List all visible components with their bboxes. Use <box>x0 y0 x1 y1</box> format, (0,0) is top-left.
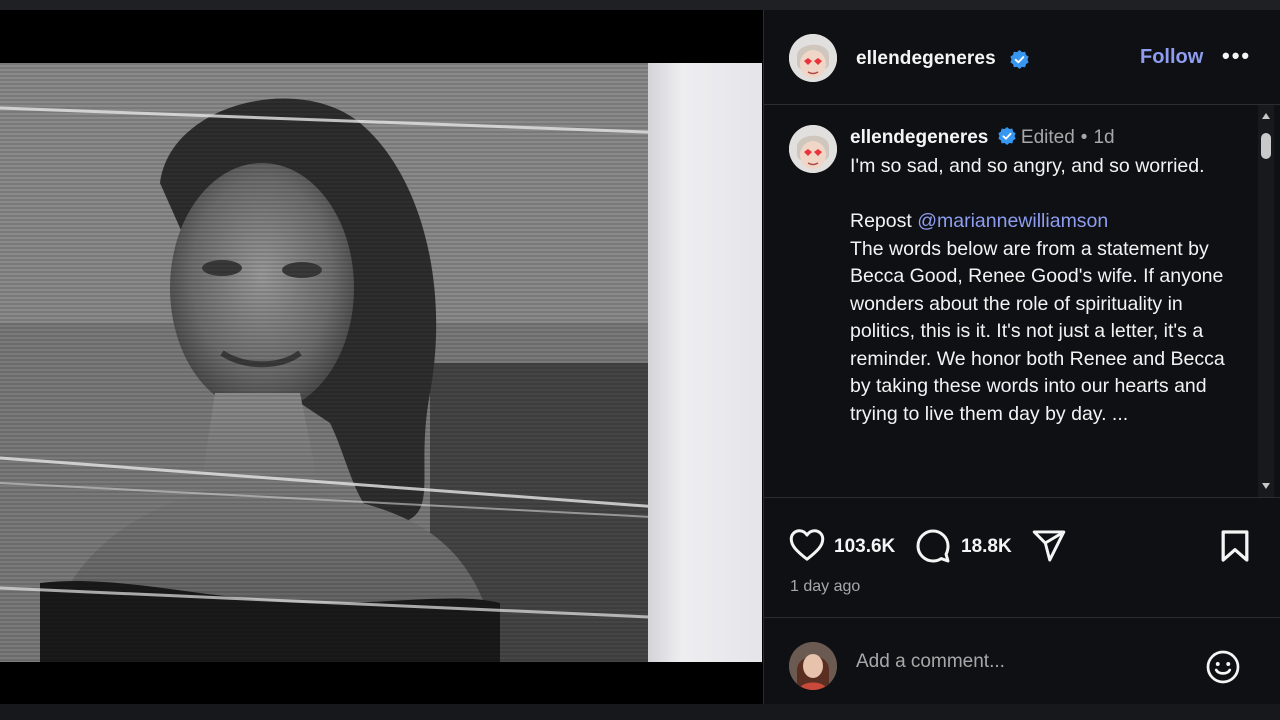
caption-text: I'm so sad, and so angry, and so worried… <box>850 153 1230 428</box>
window-bottom-strip <box>0 704 1280 720</box>
like-count[interactable]: 103.6K <box>834 536 895 558</box>
smiley-icon[interactable] <box>1205 649 1241 685</box>
caption-scrollbar[interactable] <box>1258 105 1274 497</box>
comment-count[interactable]: 18.8K <box>961 536 1012 558</box>
post-side-panel: ellendegeneres Follow ••• ellendegeneres <box>763 10 1280 704</box>
heart-icon[interactable] <box>789 528 825 562</box>
scroll-up-arrow-icon[interactable] <box>1262 113 1270 119</box>
verified-badge-icon <box>1010 50 1029 69</box>
comment-bar <box>764 617 1280 704</box>
repost-mention-link[interactable]: @mariannewilliamson <box>917 210 1108 232</box>
more-dots-icon[interactable]: ••• <box>1222 45 1251 67</box>
post-time-ago[interactable]: 1 day ago <box>790 578 860 596</box>
window-top-strip <box>0 0 1280 10</box>
edited-label: Edited <box>1020 127 1075 148</box>
add-comment-input[interactable] <box>856 651 1156 673</box>
post-media-area <box>0 10 763 704</box>
caption-username[interactable]: ellendegeneres <box>850 127 988 148</box>
author-avatar[interactable] <box>789 34 837 82</box>
follow-button[interactable]: Follow <box>1140 46 1203 69</box>
paper-plane-icon[interactable] <box>1031 529 1067 563</box>
current-user-avatar <box>789 642 837 690</box>
caption-meta: ellendegeneres Edited • 1d <box>850 127 1115 149</box>
caption-author-avatar[interactable] <box>789 125 837 173</box>
repost-label: Repost <box>850 210 912 232</box>
scroll-down-arrow-icon[interactable] <box>1262 483 1270 489</box>
verified-badge-icon <box>997 127 1016 145</box>
caption-line-1: I'm so sad, and so angry, and so worried… <box>850 155 1205 177</box>
post-actions: 103.6K 18.8K 1 day ago <box>764 497 1280 617</box>
repost-line: Repost @mariannewilliamson <box>850 208 1230 236</box>
post-age[interactable]: 1d <box>1093 127 1114 148</box>
post-photo[interactable] <box>0 63 762 662</box>
scrollbar-thumb[interactable] <box>1261 133 1271 159</box>
speech-bubble-icon[interactable] <box>915 528 951 564</box>
meta-separator: • <box>1080 127 1088 148</box>
post-header: ellendegeneres Follow ••• <box>764 10 1280 105</box>
photo-image <box>0 63 672 662</box>
photo-paper-edge <box>648 63 762 662</box>
author-username[interactable]: ellendegeneres <box>856 48 996 70</box>
caption-area: ellendegeneres Edited • 1d I'm so sad, and… <box>764 105 1280 497</box>
caption-body: The words below are from a statement by … <box>850 237 1225 425</box>
bookmark-icon[interactable] <box>1219 529 1251 563</box>
